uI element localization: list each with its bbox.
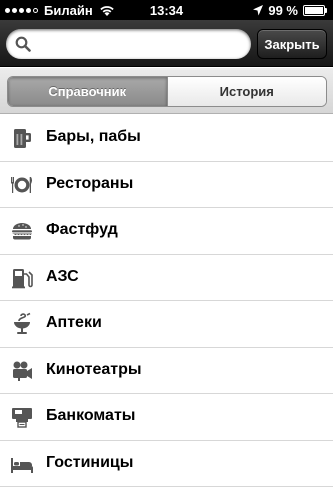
list-item-label: Банкоматы xyxy=(46,407,136,424)
list-item-label: Бары, пабы xyxy=(46,128,141,145)
tab-directory[interactable]: Справочник xyxy=(8,77,167,106)
search-icon xyxy=(15,36,31,52)
bed-icon xyxy=(11,457,33,473)
list-item-gas-stations[interactable]: АЗС xyxy=(0,254,333,301)
pharmacy-bowl-icon xyxy=(14,312,31,334)
list-item-label: Гостиницы xyxy=(46,453,134,471)
tab-history[interactable]: История xyxy=(166,77,326,106)
list-item-cinemas[interactable]: Кинотеатры xyxy=(0,347,333,394)
list-item-label: Кинотеатры xyxy=(46,360,142,378)
search-bar: Закрыть xyxy=(0,20,333,67)
plate-cutlery-icon xyxy=(11,176,32,193)
battery-icon xyxy=(303,5,327,16)
battery-percent: 99 % xyxy=(268,3,298,18)
list-item-label: Рестораны xyxy=(46,174,134,192)
list-item-label: Фастфуд xyxy=(46,221,118,238)
status-bar-right: 99 % xyxy=(253,3,327,18)
search-field[interactable] xyxy=(6,29,251,59)
status-bar: Билайн 13:34 99 % xyxy=(0,0,333,20)
movie-camera-icon xyxy=(13,361,32,381)
category-list: Бары, пабы Рестораны Фастфуд АЗС Аптеки … xyxy=(0,115,333,487)
list-item-restaurants[interactable]: Рестораны xyxy=(0,161,333,208)
list-item-atms[interactable]: Банкоматы xyxy=(0,394,333,441)
location-arrow-icon xyxy=(253,5,264,16)
atm-icon xyxy=(12,408,32,428)
list-item-hotels[interactable]: Гостиницы xyxy=(0,440,333,487)
gas-pump-icon xyxy=(12,268,33,288)
list-item-label: Аптеки xyxy=(46,314,102,331)
segment-area: Справочник История xyxy=(0,68,333,114)
list-item-pharmacies[interactable]: Аптеки xyxy=(0,301,333,348)
beer-mug-icon xyxy=(14,129,31,148)
app-screen: Билайн 13:34 99 % Закрыть Справочник Ист… xyxy=(0,0,333,500)
list-item-bars[interactable]: Бары, пабы xyxy=(0,115,333,162)
burger-icon xyxy=(12,223,32,240)
list-item-fastfood[interactable]: Фастфуд xyxy=(0,208,333,255)
close-button[interactable]: Закрыть xyxy=(257,29,327,59)
list-item-label: АЗС xyxy=(46,267,79,285)
search-input[interactable] xyxy=(36,33,241,55)
segmented-control: Справочник История xyxy=(7,76,327,107)
